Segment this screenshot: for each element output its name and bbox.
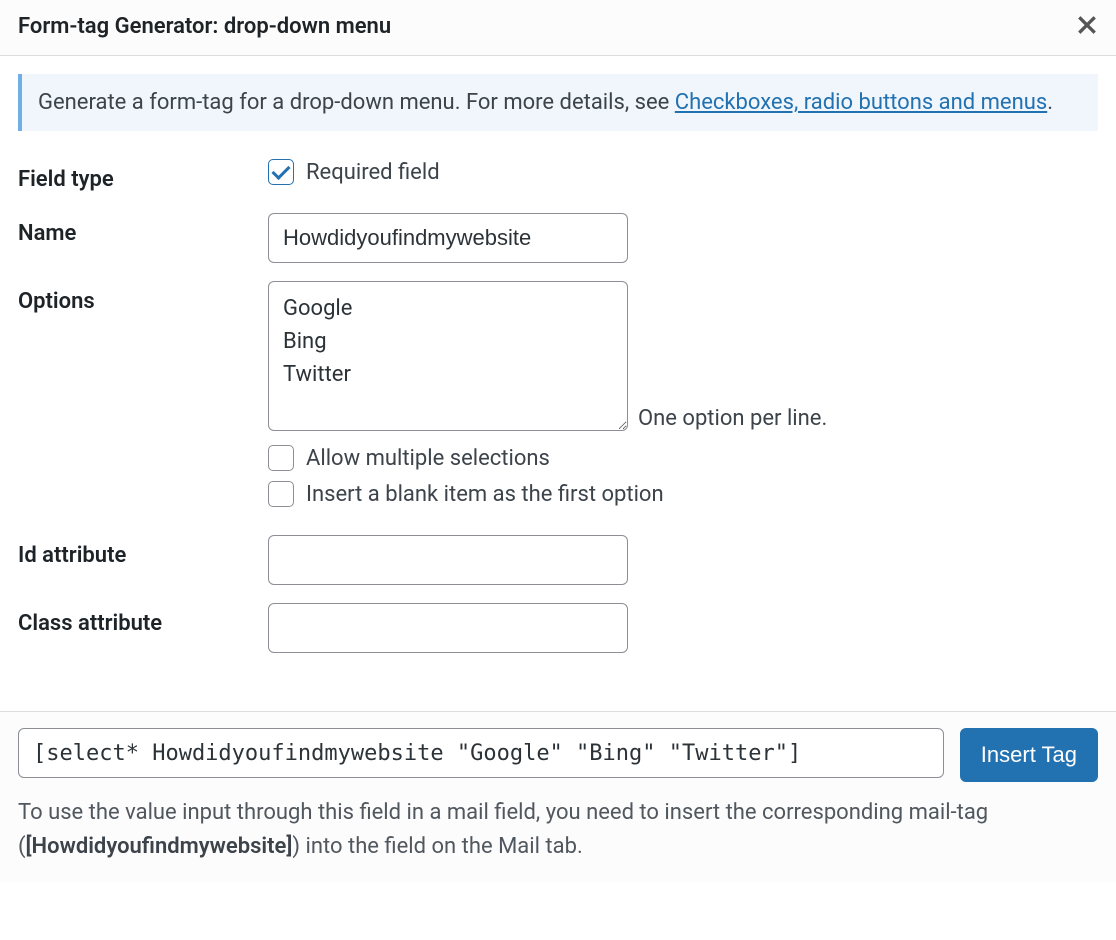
info-link[interactable]: Checkboxes, radio buttons and menus <box>675 90 1047 115</box>
close-icon[interactable] <box>1076 10 1098 43</box>
name-input[interactable] <box>268 213 628 263</box>
mail-tag: [Howdidyoufindmywebsite] <box>26 834 293 859</box>
dialog-header: Form-tag Generator: drop-down menu <box>0 0 1116 56</box>
row-class-attribute: Class attribute <box>18 603 1098 653</box>
label-class-attribute: Class attribute <box>18 603 268 636</box>
required-checkbox[interactable] <box>268 159 294 185</box>
blank-first-label: Insert a blank item as the first option <box>306 482 664 507</box>
dialog-content: Generate a form-tag for a drop-down menu… <box>0 56 1116 711</box>
label-id-attribute: Id attribute <box>18 535 268 568</box>
class-attribute-input[interactable] <box>268 603 628 653</box>
output-row: Insert Tag <box>18 728 1098 782</box>
label-options: Options <box>18 281 268 314</box>
info-text-prefix: Generate a form-tag for a drop-down menu… <box>38 90 675 115</box>
info-text-suffix: . <box>1047 90 1053 115</box>
allow-multiple-checkbox[interactable] <box>268 445 294 471</box>
options-textarea[interactable] <box>268 281 628 431</box>
footer-note: To use the value input through this fiel… <box>18 796 1098 864</box>
label-field-type: Field type <box>18 159 268 192</box>
row-field-type: Field type Required field <box>18 159 1098 195</box>
allow-multiple-label: Allow multiple selections <box>306 446 550 471</box>
dialog-title: Form-tag Generator: drop-down menu <box>18 14 391 39</box>
row-name: Name <box>18 213 1098 263</box>
insert-tag-button[interactable]: Insert Tag <box>960 728 1098 782</box>
info-banner: Generate a form-tag for a drop-down menu… <box>18 74 1098 131</box>
required-label: Required field <box>306 160 440 185</box>
dialog-footer: Insert Tag To use the value input throug… <box>0 711 1116 882</box>
generated-tag-input[interactable] <box>18 728 944 778</box>
label-name: Name <box>18 213 268 246</box>
blank-first-checkbox[interactable] <box>268 481 294 507</box>
row-options: Options One option per line. Allow multi… <box>18 281 1098 517</box>
options-hint: One option per line. <box>638 406 827 431</box>
row-id-attribute: Id attribute <box>18 535 1098 585</box>
id-attribute-input[interactable] <box>268 535 628 585</box>
footer-note-suffix: ) into the field on the Mail tab. <box>292 834 582 859</box>
